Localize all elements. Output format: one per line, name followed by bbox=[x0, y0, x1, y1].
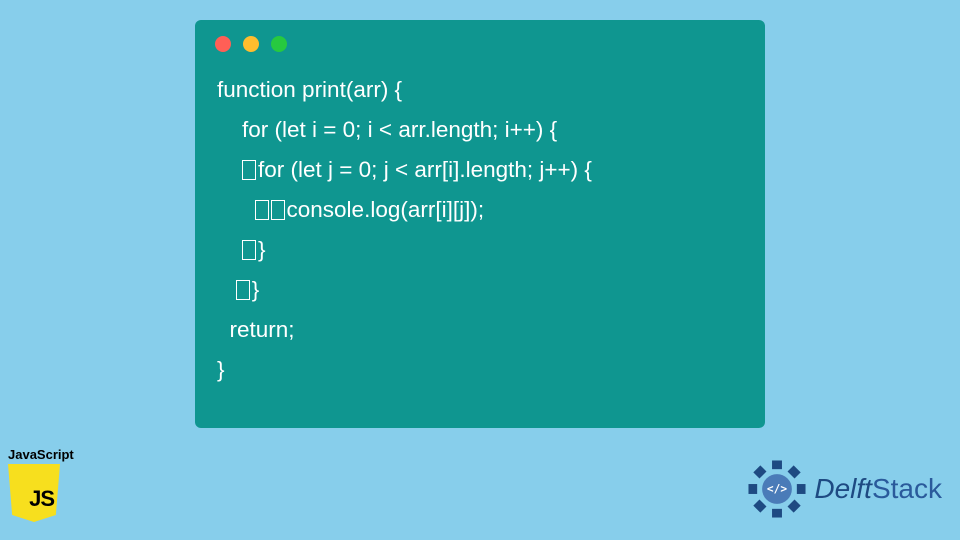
code-line: console.log(arr[i][j]); bbox=[287, 197, 485, 222]
code-line: return; bbox=[217, 317, 295, 342]
code-body: function print(arr) { for (let i = 0; i … bbox=[195, 60, 765, 408]
brand-first: Delft bbox=[814, 473, 872, 504]
code-line: function print(arr) { bbox=[217, 77, 402, 102]
brand-second: Stack bbox=[872, 473, 942, 504]
tofu-icon bbox=[242, 160, 256, 180]
brand-logo-group: </> DelftStack bbox=[746, 458, 942, 520]
code-line: } bbox=[252, 277, 260, 302]
javascript-badge: JavaScript JS bbox=[8, 447, 76, 522]
code-line: } bbox=[217, 357, 225, 382]
tofu-icon bbox=[271, 200, 285, 220]
code-line bbox=[217, 157, 242, 182]
tofu-icon bbox=[242, 240, 256, 260]
close-icon bbox=[215, 36, 231, 52]
minimize-icon bbox=[243, 36, 259, 52]
badge-label: JavaScript bbox=[8, 447, 76, 462]
code-line bbox=[217, 237, 242, 262]
svg-text:</>: </> bbox=[767, 483, 787, 496]
shield-text: JS bbox=[29, 486, 54, 512]
tofu-icon bbox=[236, 280, 250, 300]
brand-text: DelftStack bbox=[814, 473, 942, 505]
js-shield-icon: JS bbox=[8, 464, 60, 522]
delftstack-logo-icon: </> bbox=[746, 458, 808, 520]
tofu-icon bbox=[255, 200, 269, 220]
code-window: function print(arr) { for (let i = 0; i … bbox=[195, 20, 765, 428]
code-line: for (let i = 0; i < arr.length; i++) { bbox=[217, 117, 557, 142]
maximize-icon bbox=[271, 36, 287, 52]
window-controls bbox=[195, 20, 765, 60]
code-line: for (let j = 0; j < arr[i].length; j++) … bbox=[258, 157, 592, 182]
code-line bbox=[217, 277, 236, 302]
code-line bbox=[217, 197, 255, 222]
code-line: } bbox=[258, 237, 266, 262]
